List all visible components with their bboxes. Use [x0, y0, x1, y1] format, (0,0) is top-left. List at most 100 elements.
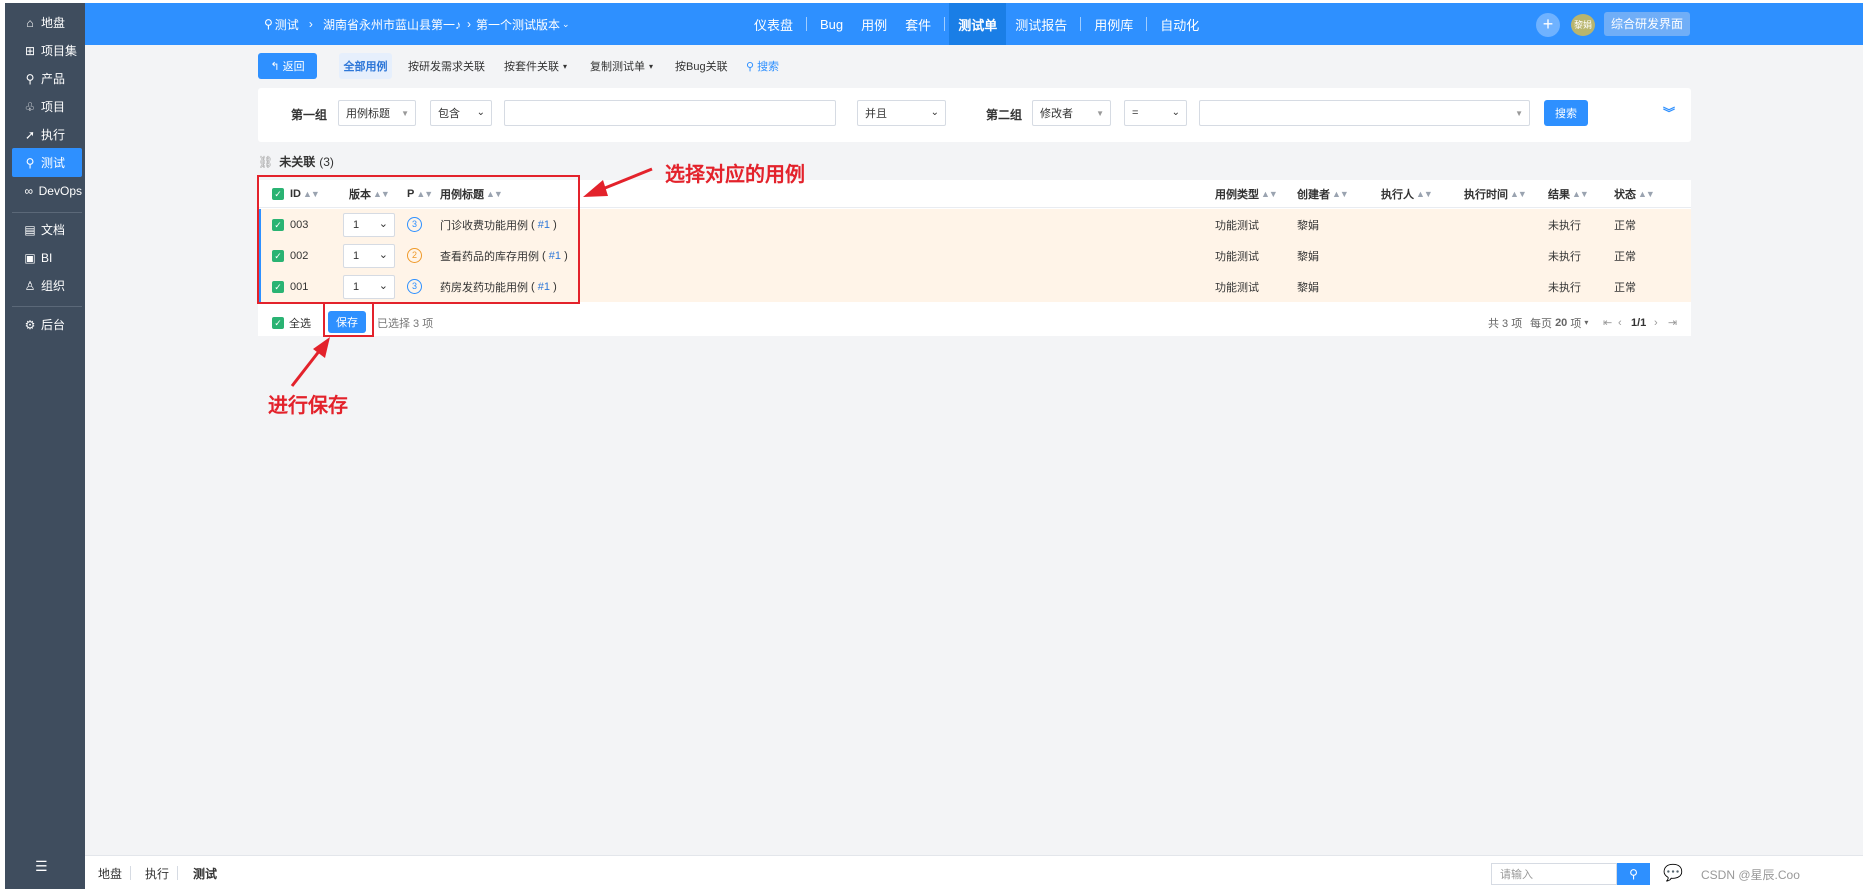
column-type[interactable]: 用例类型 ▲▼ — [1215, 180, 1278, 208]
bottom-tab-test[interactable]: 测试 — [193, 856, 217, 890]
back-button-label: 返回 — [282, 61, 305, 73]
sort-icon: ▲▼ — [1510, 189, 1527, 199]
check-icon: ✓ — [272, 316, 284, 329]
per-page-unit: 项 — [1570, 317, 1582, 330]
lightbulb-icon: ⚲ — [25, 71, 35, 86]
chevron-right-icon: › — [467, 17, 472, 31]
link-copy-testtask[interactable]: 复制测试单 ▾ — [590, 53, 653, 79]
column-result-label: 结果 — [1548, 189, 1570, 201]
menu-divider — [1080, 17, 1082, 31]
document-icon: ▤ — [24, 222, 36, 237]
sidebar-item-org[interactable]: ♙ 组织 — [12, 271, 82, 300]
breadcrumb-module-label: 测试 — [274, 17, 299, 32]
prev-page-icon[interactable]: ‹ — [1618, 309, 1622, 336]
link-copy-label: 复制测试单 — [590, 61, 645, 73]
expand-double-chevron-icon[interactable]: ︾ — [1663, 104, 1675, 121]
row-status: 正常 — [1614, 250, 1636, 263]
row-result: 未执行 — [1548, 219, 1581, 232]
group1-value-input[interactable] — [504, 100, 836, 126]
chevron-down-icon: ▾ — [563, 61, 568, 71]
sidebar-item-test[interactable]: ⚲ 测试 — [12, 148, 82, 177]
bottom-divider — [130, 866, 131, 880]
bottom-tab-dashboard[interactable]: 地盘 — [98, 856, 122, 890]
menu-collapse-icon[interactable]: ☰ — [35, 858, 48, 875]
menu-suite[interactable]: 套件 — [896, 3, 940, 45]
tab-all-cases[interactable]: 全部用例 — [339, 53, 392, 79]
row-creator: 黎娟 — [1297, 281, 1319, 294]
add-icon[interactable]: + — [1536, 13, 1560, 37]
column-creator-label: 创建者 — [1297, 189, 1330, 201]
column-exec-time[interactable]: 执行时间 ▲▼ — [1464, 180, 1527, 208]
row-creator: 黎娟 — [1297, 250, 1319, 263]
main-content — [85, 45, 1863, 855]
search-toggle-label: 搜索 — [757, 61, 780, 73]
column-status[interactable]: 状态 ▲▼ — [1614, 180, 1655, 208]
group1-field-select[interactable]: 用例标题 ▼ — [338, 100, 416, 126]
bottom-search-input[interactable]: 请输入 — [1491, 863, 1617, 885]
header: ⚲ 测试 › 湖南省永州市蓝山县第一♪ › 第一个测试版本 ⌄ 仪表盘 Bug 用例 套… — [85, 3, 1863, 45]
select-all-checkbox[interactable]: ✓ 全选 — [272, 309, 311, 336]
last-page-icon[interactable]: ⇥ — [1668, 309, 1677, 336]
sort-icon: ▲▼ — [1416, 189, 1433, 199]
breadcrumb-build[interactable]: 第一个测试版本 ⌄ — [476, 3, 570, 45]
group2-field-value: 修改者 — [1040, 108, 1073, 120]
sidebar-item-admin[interactable]: ⚙ 后台 — [12, 310, 82, 339]
group2-field-select[interactable]: 修改者 ▼ — [1032, 100, 1111, 126]
sidebar-item-dashboard[interactable]: ⌂ 地盘 — [12, 8, 82, 37]
selected-count: 已选择 3 项 — [377, 317, 434, 330]
sidebar-item-label: 项目 — [41, 100, 66, 114]
row-result: 未执行 — [1548, 281, 1581, 294]
column-creator[interactable]: 创建者 ▲▼ — [1297, 180, 1349, 208]
home-icon: ⌂ — [26, 15, 34, 30]
search-icon: ⚲ — [264, 17, 273, 31]
menu-testtask[interactable]: 测试单 — [949, 3, 1007, 45]
link-by-suite[interactable]: 按套件关联 ▾ — [504, 53, 567, 79]
sidebar-item-label: 测试 — [41, 156, 66, 170]
group2-operator-select[interactable]: = ⌄ — [1124, 100, 1187, 126]
chat-icon[interactable]: 💬 — [1663, 856, 1683, 890]
sort-icon: ▲▼ — [1261, 189, 1278, 199]
relation-select[interactable]: 并且 ⌄ — [857, 100, 946, 126]
sort-icon: ▲▼ — [1638, 189, 1655, 199]
breadcrumb-project[interactable]: 湖南省永州市蓝山县第一♪ › — [323, 3, 471, 45]
relation-value: 并且 — [865, 108, 887, 120]
people-icon: ♙ — [24, 278, 36, 293]
first-page-icon[interactable]: ⇤ — [1603, 309, 1612, 336]
chevron-down-icon: ⌄ — [562, 18, 570, 29]
menu-automation[interactable]: 自动化 — [1151, 3, 1208, 45]
search-toggle[interactable]: ⚲ 搜索 — [746, 53, 779, 79]
workspace-button[interactable]: 综合研发界面 — [1604, 12, 1690, 36]
search-button[interactable]: 搜索 — [1544, 100, 1588, 126]
group1-operator-select[interactable]: 包含 ⌄ — [430, 100, 492, 126]
row-type: 功能测试 — [1215, 219, 1259, 232]
avatar[interactable]: 黎娟 — [1571, 14, 1595, 36]
sort-icon: ▲▼ — [1572, 189, 1589, 199]
sidebar-item-devops[interactable]: ∞ DevOps — [12, 176, 82, 205]
menu-caselib[interactable]: 用例库 — [1085, 3, 1142, 45]
link-by-bug[interactable]: 按Bug关联 — [675, 53, 728, 79]
group2-value-select[interactable]: ▼ — [1199, 100, 1530, 126]
sidebar-item-product[interactable]: ⚲ 产品 — [12, 64, 82, 93]
menu-dashboard[interactable]: 仪表盘 — [745, 3, 802, 45]
sidebar-item-label: DevOps — [38, 183, 82, 198]
column-result[interactable]: 结果 ▲▼ — [1548, 180, 1589, 208]
sidebar-item-bi[interactable]: ▣ BI — [12, 243, 82, 272]
back-button[interactable]: ↰ 返回 — [258, 53, 317, 79]
sidebar-item-program[interactable]: ⊞ 项目集 — [12, 36, 82, 65]
bottom-search-button[interactable]: ⚲ — [1617, 863, 1650, 885]
next-page-icon[interactable]: › — [1654, 309, 1658, 336]
watermark: CSDN @星辰.Coo — [1701, 868, 1800, 882]
sidebar-item-execution[interactable]: ➚ 执行 — [12, 120, 82, 149]
sidebar-item-project[interactable]: ♧ 项目 — [12, 92, 82, 121]
menu-bug[interactable]: Bug — [811, 3, 852, 45]
breadcrumb-module[interactable]: ⚲ 测试 › — [264, 3, 313, 45]
menu-case[interactable]: 用例 — [852, 3, 896, 45]
sidebar-item-doc[interactable]: ▤ 文档 — [12, 215, 82, 244]
column-executor[interactable]: 执行人 ▲▼ — [1381, 180, 1433, 208]
column-type-label: 用例类型 — [1215, 189, 1259, 201]
bottom-tab-execution[interactable]: 执行 — [145, 856, 169, 890]
menu-report[interactable]: 测试报告 — [1006, 3, 1076, 45]
per-page-select[interactable]: 每页 20 项 ▾ — [1530, 309, 1588, 336]
link-by-story[interactable]: 按研发需求关联 — [408, 53, 485, 79]
row-creator: 黎娟 — [1297, 219, 1319, 232]
